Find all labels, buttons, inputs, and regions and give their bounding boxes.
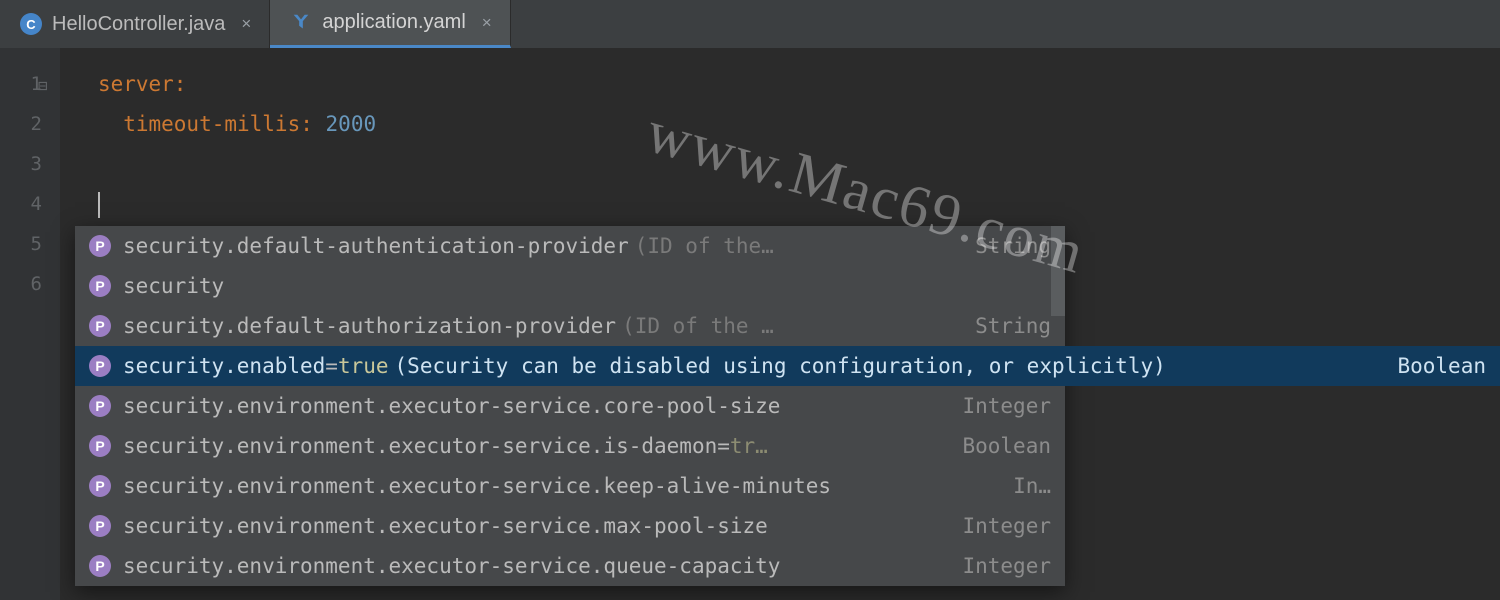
property-icon: P xyxy=(89,395,111,417)
property-icon: P xyxy=(89,235,111,257)
line-number-gutter: 1 2 3 4 5 6 xyxy=(0,48,60,600)
text-caret xyxy=(98,192,100,218)
completion-label: security.environment.executor-service.is… xyxy=(123,436,717,457)
completion-label: security.environment.executor-service.ma… xyxy=(123,516,768,537)
property-icon: P xyxy=(89,515,111,537)
close-icon[interactable]: × xyxy=(241,14,251,34)
completion-type: Integer xyxy=(932,396,1051,417)
property-icon: P xyxy=(89,555,111,577)
completion-item[interactable]: P security.environment.executor-service.… xyxy=(75,506,1065,546)
property-icon: P xyxy=(89,355,111,377)
line-number: 1 xyxy=(0,64,60,104)
completion-type: Boolean xyxy=(1367,356,1486,377)
completion-label: security xyxy=(123,276,224,297)
class-file-icon: C xyxy=(20,13,42,35)
yaml-key: server xyxy=(98,72,174,96)
line-number: 6 xyxy=(0,264,60,304)
completion-hint: (ID of the … xyxy=(622,316,774,337)
line-number: 2 xyxy=(0,104,60,144)
yaml-value: 2000 xyxy=(326,112,377,136)
tab-filename: application.yaml xyxy=(322,11,465,34)
completion-label: security.default-authorization-provider xyxy=(123,316,616,337)
line-number: 4 xyxy=(0,184,60,224)
code-completion-popup[interactable]: P security.default-authentication-provid… xyxy=(75,226,1065,586)
editor-tab-hellocontroller[interactable]: C HelloController.java × xyxy=(0,0,270,48)
completion-item[interactable]: P security.environment.executor-service.… xyxy=(75,386,1065,426)
tab-filename: HelloController.java xyxy=(52,13,225,36)
completion-type: String xyxy=(945,236,1051,257)
line-number: 3 xyxy=(0,144,60,184)
completion-item[interactable]: P security.default-authentication-provid… xyxy=(75,226,1065,266)
completion-label: security.default-authentication-provider xyxy=(123,236,629,257)
completion-label: security.environment.executor-service.qu… xyxy=(123,556,780,577)
property-icon: P xyxy=(89,475,111,497)
completion-default: true xyxy=(338,356,389,377)
line-number: 5 xyxy=(0,224,60,264)
completion-type: Integer xyxy=(932,516,1051,537)
property-icon: P xyxy=(89,315,111,337)
editor-tab-bar: C HelloController.java × application.yam… xyxy=(0,0,1500,48)
completion-label: security.environment.executor-service.co… xyxy=(123,396,780,417)
completion-type: String xyxy=(945,316,1051,337)
property-icon: P xyxy=(89,435,111,457)
completion-item[interactable]: P security xyxy=(75,266,1065,306)
scrollbar-thumb[interactable] xyxy=(1051,226,1065,316)
completion-default: tr… xyxy=(730,436,768,457)
completion-type: Boolean xyxy=(932,436,1051,457)
yaml-file-icon xyxy=(290,12,312,34)
close-icon[interactable]: × xyxy=(482,13,492,33)
editor-tab-application-yaml[interactable]: application.yaml × xyxy=(270,0,510,48)
code-editor[interactable]: 1 2 3 4 5 6 ⊟ server: timeout-millis: 20… xyxy=(0,48,1500,600)
completion-type: In… xyxy=(983,476,1051,497)
fold-toggle-icon[interactable]: ⊟ xyxy=(38,76,48,95)
completion-hint: (ID of the… xyxy=(635,236,774,257)
completion-item[interactable]: P security.environment.executor-service.… xyxy=(75,426,1065,466)
yaml-key: timeout-millis xyxy=(123,112,300,136)
completion-item[interactable]: P security.environment.executor-service.… xyxy=(75,466,1065,506)
completion-item[interactable]: P security.default-authorization-provide… xyxy=(75,306,1065,346)
completion-type: Integer xyxy=(932,556,1051,577)
completion-hint: (Security can be disabled using configur… xyxy=(395,356,1166,377)
completion-label: security.environment.executor-service.ke… xyxy=(123,476,831,497)
property-icon: P xyxy=(89,275,111,297)
completion-label: security.enabled xyxy=(123,356,325,377)
completion-item-selected[interactable]: P security.enabled=true (Security can be… xyxy=(75,346,1500,386)
completion-item[interactable]: P security.environment.executor-service.… xyxy=(75,546,1065,586)
